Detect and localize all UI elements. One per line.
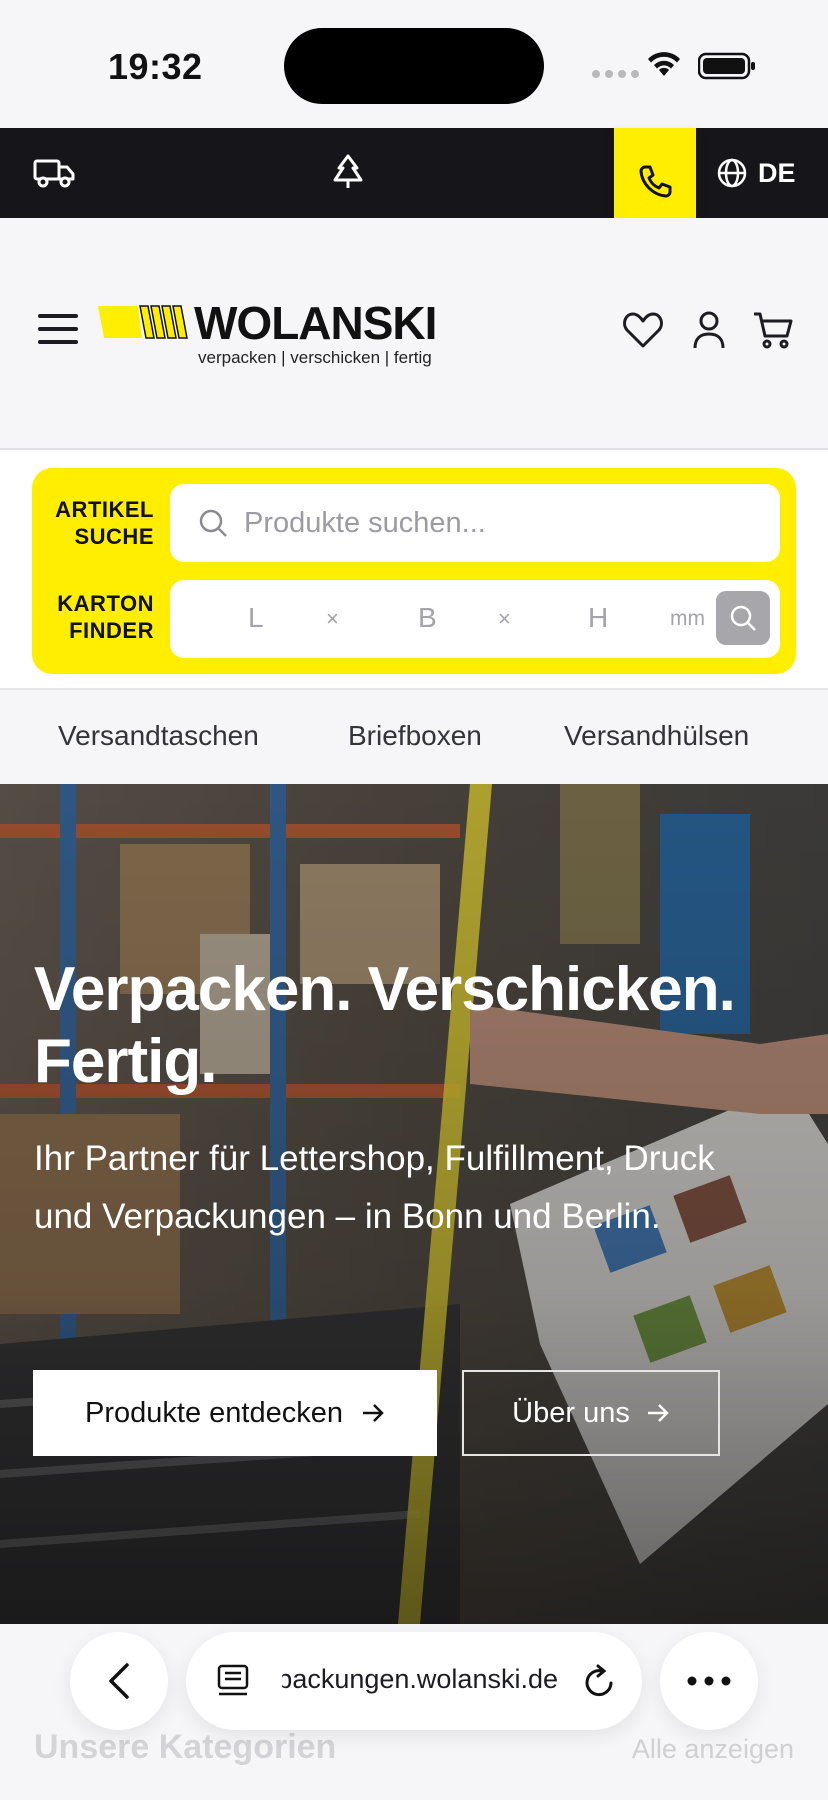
hero-subtitle: Ihr Partner für Lettershop, Fulfillment,… — [34, 1139, 715, 1236]
status-time: 19:32 — [108, 46, 203, 87]
height-input[interactable]: H — [588, 602, 608, 634]
length-input[interactable]: L — [248, 602, 264, 634]
logo-tagline: verpacken | verschicken | fertig — [198, 348, 432, 367]
browser-more-button[interactable] — [660, 1632, 758, 1730]
search-input[interactable]: Produkte suchen... — [170, 484, 780, 562]
discover-products-button[interactable]: Produkte entdecken — [33, 1370, 437, 1456]
category-briefboxen[interactable]: Briefboxen — [348, 720, 482, 752]
language-switch[interactable]: DE — [716, 128, 796, 218]
hero-title: Verpacken. Verschicken. Fertig. — [34, 955, 736, 1096]
search-section: ARTIKEL SUCHE Produkte suchen... KARTON … — [0, 450, 828, 690]
arrow-right-icon — [362, 1404, 384, 1422]
section-title: Unsere Kategorien — [34, 1728, 337, 1766]
dynamic-island — [284, 28, 544, 104]
category-versandhuelsen[interactable]: Versandhülsen — [564, 720, 749, 752]
cart-icon[interactable] — [752, 310, 794, 350]
browser-url-text: verpackungen.wolanski.de — [282, 1664, 558, 1694]
more-icon — [687, 1676, 731, 1686]
wolanski-logo[interactable]: WOLANSKI verpacken | verschicken | ferti… — [98, 297, 437, 372]
status-bar: 19:32 — [0, 0, 828, 128]
truck-icon[interactable] — [28, 128, 80, 218]
box-search-button[interactable] — [716, 591, 770, 645]
browser-url-bar[interactable]: verpackungen.wolanski.de — [186, 1632, 642, 1730]
tabs-icon — [217, 1664, 249, 1696]
search-panel: ARTIKEL SUCHE Produkte suchen... KARTON … — [32, 468, 796, 674]
unit-label: mm — [670, 607, 705, 630]
about-us-label: Über uns — [512, 1396, 630, 1429]
user-icon[interactable] — [692, 310, 726, 350]
chevron-left-icon — [109, 1663, 129, 1699]
search-icon — [730, 605, 756, 631]
wifi-icon — [648, 52, 680, 76]
battery-icon — [698, 52, 755, 80]
top-bar — [0, 128, 828, 218]
menu-icon[interactable] — [38, 314, 78, 353]
category-versandtaschen[interactable]: Versandtaschen — [58, 720, 259, 752]
heart-icon[interactable] — [622, 310, 664, 350]
logo-brand: WOLANSKI — [194, 297, 437, 349]
about-us-button[interactable]: Über uns — [462, 1370, 720, 1456]
phone-icon — [639, 165, 672, 198]
site-header: WOLANSKI verpacken | verschicken | ferti… — [0, 218, 828, 450]
reload-icon[interactable] — [582, 1662, 618, 1700]
search-placeholder: Produkte suchen... — [244, 506, 486, 539]
box-finder-inputs: L × B × H mm — [170, 580, 780, 658]
tree-icon[interactable] — [320, 128, 376, 218]
arrow-right-icon — [647, 1404, 669, 1422]
hero-banner: Verpacken. Verschicken. Fertig. Ihr Part… — [0, 784, 828, 1624]
show-all-link[interactable]: Alle anzeigen — [632, 1734, 794, 1765]
language-label: DE — [758, 157, 796, 188]
discover-products-label: Produkte entdecken — [85, 1396, 343, 1429]
width-input[interactable]: B — [418, 602, 437, 634]
search-icon — [199, 509, 227, 537]
signal-icon — [592, 70, 639, 78]
category-nav: Versandtaschen Briefboxen Versandhülsen — [0, 690, 828, 784]
browser-back-button[interactable] — [70, 1632, 168, 1730]
globe-icon — [717, 158, 747, 188]
separator: × — [498, 606, 511, 631]
page: 19:32 DE WOLANSKI verpacken | verschicke… — [0, 0, 828, 1800]
article-search-label: ARTIKEL SUCHE — [55, 497, 154, 549]
box-finder-label: KARTON FINDER — [57, 591, 154, 643]
separator: × — [326, 606, 339, 631]
